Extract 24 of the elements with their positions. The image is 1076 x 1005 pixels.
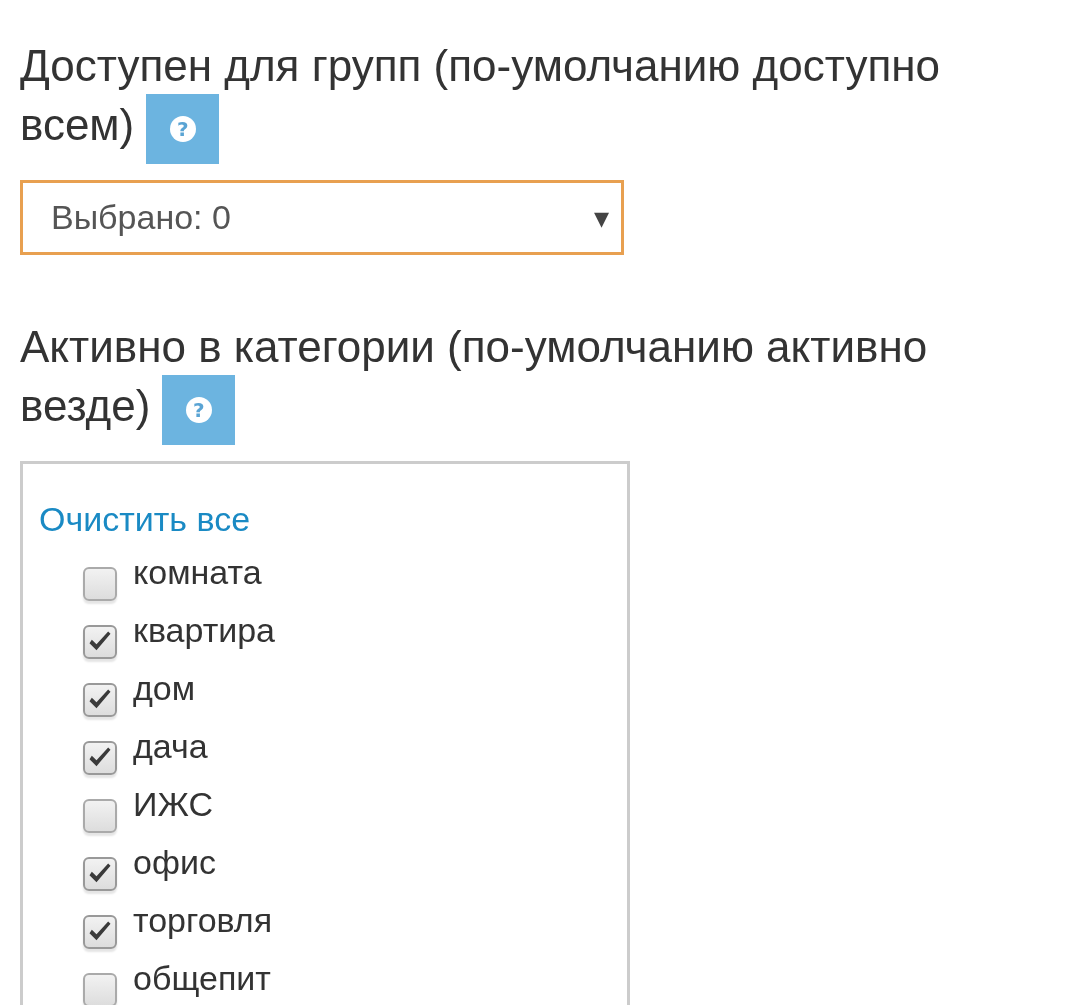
checkbox[interactable] [83,973,117,1005]
group-select[interactable]: Выбрано: 0 ▾ [20,180,624,255]
checkbox[interactable] [83,683,117,717]
clear-all-link[interactable]: Очистить все [39,496,251,542]
category-label: офис [133,842,216,882]
checkbox[interactable] [83,799,117,833]
help-button[interactable]: ? [162,374,236,445]
field-label-end: везде) [20,380,151,432]
checkbox[interactable] [83,625,117,659]
category-label: общепит [133,958,271,998]
category-label: ИЖС [133,784,213,824]
checkbox[interactable] [83,741,117,775]
category-label: торговля [133,900,273,940]
field-label: Активно в категории (по-умолчанию активно [20,321,928,373]
category-label: квартира [133,610,275,650]
field-label: Доступен для групп (по-умолчанию доступно [20,40,940,92]
category-label: комната [133,552,262,592]
help-button[interactable]: ? [146,93,220,164]
checkbox[interactable] [83,915,117,949]
checkbox[interactable] [83,567,117,601]
category-label: дом [133,668,196,708]
checkbox[interactable] [83,857,117,891]
field-label-end: всем) [20,99,135,151]
category-label: дача [133,726,208,766]
